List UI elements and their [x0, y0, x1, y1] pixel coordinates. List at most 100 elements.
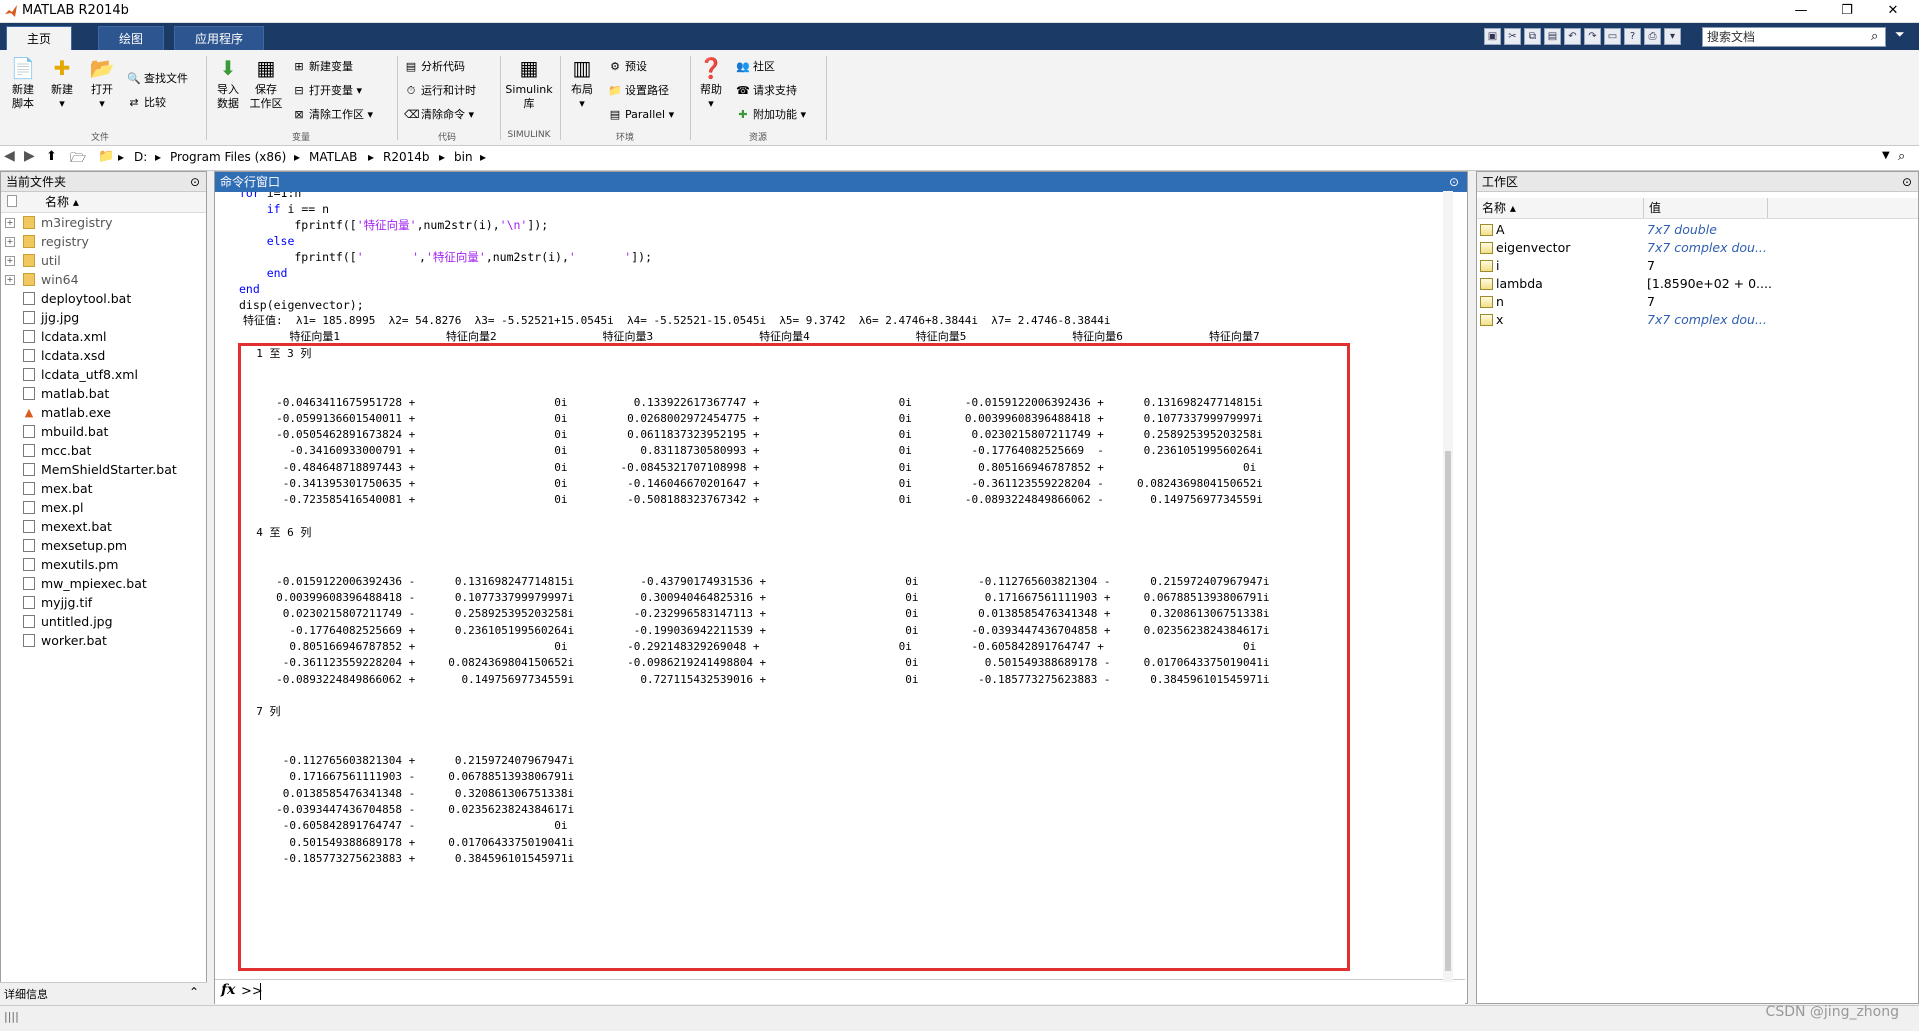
preferences-button[interactable]: ⚙ 预设 — [608, 58, 647, 76]
workspace-variable-row[interactable]: n7 — [1477, 293, 1918, 311]
search-docs-input[interactable]: 搜索文档 — [1702, 27, 1886, 47]
new-variable-button[interactable]: ⊞ 新建变量 — [292, 58, 353, 76]
command-window-output[interactable]: for i=1:n if i == n fprintf(['特征向量',num2… — [215, 192, 1465, 979]
file-list-item[interactable]: mcc.bat — [1, 441, 206, 460]
panel-menu-icon[interactable]: ⊙ — [1449, 172, 1459, 192]
workspace-variable-row[interactable]: eigenvector 7x7 complex dou... — [1477, 239, 1918, 257]
file-list-item[interactable]: + win64 — [1, 270, 206, 289]
set-path-button[interactable]: 📁 设置路径 — [608, 82, 669, 100]
browse-folder-icon[interactable]: 🗁 — [70, 149, 86, 171]
print-icon[interactable]: ⎙ — [1644, 28, 1661, 45]
file-list-item[interactable]: mbuild.bat — [1, 422, 206, 441]
file-list-item[interactable]: jjg.jpg — [1, 308, 206, 327]
scrollbar-thumb[interactable] — [1445, 451, 1451, 971]
tab-apps[interactable]: 应用程序 — [174, 26, 265, 50]
file-list-item[interactable]: mex.bat — [1, 479, 206, 498]
expand-icon[interactable]: + — [5, 256, 15, 266]
fx-icon[interactable]: fx — [221, 982, 235, 998]
analyze-code-button[interactable]: ▤ 分析代码 — [404, 58, 465, 76]
file-list-item[interactable]: lcdata_utf8.xml — [1, 365, 206, 384]
expand-icon[interactable]: + — [5, 275, 15, 285]
workspace-variable-row[interactable]: i7 — [1477, 257, 1918, 275]
back-icon[interactable]: ◀ — [4, 148, 15, 164]
tab-home[interactable]: 主页 — [6, 26, 73, 50]
open-variable-button[interactable]: ⊟ 打开变量 ▾ — [292, 82, 362, 100]
request-support-button[interactable]: ☎ 请求支持 — [736, 82, 797, 100]
save-workspace-button[interactable]: ▦ 保存 工作区 — [248, 56, 284, 111]
ws-value-column[interactable]: 值 — [1649, 198, 1661, 218]
filter-icon[interactable]: ⏷ — [1895, 27, 1905, 42]
command-scrollbar[interactable] — [1443, 191, 1453, 982]
undo-icon[interactable]: ↶ — [1564, 28, 1581, 45]
simulink-library-button[interactable]: ▦ Simulink 库 — [504, 56, 554, 111]
file-list-item[interactable]: ▲ matlab.exe — [1, 403, 206, 422]
file-list-item[interactable]: deploytool.bat — [1, 289, 206, 308]
file-list-item[interactable]: + util — [1, 251, 206, 270]
search-icon[interactable]: ⌕ — [1898, 149, 1905, 164]
layout-button[interactable]: ▥ 布局 ▾ — [564, 56, 600, 111]
paste-icon[interactable]: ▤ — [1544, 28, 1561, 45]
redo-icon[interactable]: ↷ — [1584, 28, 1601, 45]
breadcrumb-drive[interactable]: D: — [134, 150, 147, 164]
path-dropdown-icon[interactable]: ▼ — [1882, 150, 1890, 161]
panel-menu-icon[interactable]: ⊙ — [1902, 172, 1912, 192]
maximize-button[interactable]: ❐ — [1824, 0, 1870, 22]
file-list-item[interactable]: mw_mpiexec.bat — [1, 574, 206, 593]
find-files-button[interactable]: 🔍 查找文件 — [127, 70, 188, 88]
forward-icon[interactable]: ▶ — [24, 148, 35, 164]
community-button[interactable]: 👥 社区 — [736, 58, 775, 76]
details-bar[interactable]: 详细信息 ⌃ — [0, 982, 207, 1005]
file-list-item[interactable]: lcdata.xsd — [1, 346, 206, 365]
file-list-item[interactable]: mexsetup.pm — [1, 536, 206, 555]
workspace-variable-row[interactable]: x 7x7 complex dou... — [1477, 311, 1918, 329]
file-list-item[interactable]: + registry — [1, 232, 206, 251]
parallel-button[interactable]: ▤ Parallel ▾ — [608, 106, 674, 124]
customize-icon[interactable]: ▾ — [1664, 28, 1681, 45]
new-script-button[interactable]: 📄 新建 脚本 — [4, 56, 42, 111]
breadcrumb-r2014b[interactable]: R2014b — [383, 150, 430, 164]
expand-icon[interactable]: + — [5, 237, 15, 247]
switch-windows-icon[interactable]: ▭ — [1604, 28, 1621, 45]
file-list-item[interactable]: worker.bat — [1, 631, 206, 650]
ws-name-column[interactable]: 名称 ▴ — [1482, 198, 1516, 218]
minimize-button[interactable]: — — [1778, 0, 1824, 22]
help-icon[interactable]: ? — [1624, 28, 1641, 45]
file-list-item[interactable]: mexutils.pm — [1, 555, 206, 574]
chevron-up-icon[interactable]: ⌃ — [189, 985, 199, 999]
file-list-item[interactable]: mexext.bat — [1, 517, 206, 536]
file-list-item[interactable]: untitled.jpg — [1, 612, 206, 631]
file-list-item[interactable]: + m3iregistry — [1, 213, 206, 232]
cut-icon[interactable]: ✂ — [1504, 28, 1521, 45]
file-list-item[interactable]: MemShieldStarter.bat — [1, 460, 206, 479]
file-list-item[interactable]: lcdata.xml — [1, 327, 206, 346]
panel-menu-icon[interactable]: ⊙ — [190, 172, 200, 192]
expand-icon[interactable]: + — [5, 218, 15, 228]
up-folder-icon[interactable]: ⬆ — [46, 149, 57, 164]
clear-commands-button[interactable]: ⌫清除命令 ▾ — [404, 106, 474, 124]
add-ons-button[interactable]: ✚ 附加功能 ▾ — [736, 106, 806, 124]
breadcrumb-program-files[interactable]: Program Files (x86) — [170, 150, 286, 164]
save-icon[interactable]: ▣ — [1484, 28, 1501, 45]
file-list-item[interactable]: matlab.bat — [1, 384, 206, 403]
file-list-item[interactable]: mex.pl — [1, 498, 206, 517]
search-icon[interactable]: ⌕ — [1871, 29, 1878, 44]
command-prompt[interactable]: fx >> — [215, 979, 1465, 1004]
help-button[interactable]: ❓ 帮助 ▾ — [694, 56, 728, 111]
breadcrumb-bin[interactable]: bin — [454, 150, 473, 164]
file-column-header[interactable]: 名称 ▴ — [1, 192, 206, 213]
file-list-item[interactable]: myjjg.tif — [1, 593, 206, 612]
tab-plots[interactable]: 绘图 — [98, 26, 165, 50]
new-button[interactable]: ✚ 新建 ▾ — [44, 56, 80, 111]
open-button[interactable]: 📂 打开 ▾ — [84, 56, 120, 111]
clear-workspace-button[interactable]: ⊠ 清除工作区 ▾ — [292, 106, 373, 124]
run-and-time-button[interactable]: ⏱ 运行和计时 — [404, 82, 476, 100]
workspace-variable-row[interactable]: A 7x7 double — [1477, 221, 1918, 239]
import-data-button[interactable]: ⬇ 导入 数据 — [210, 56, 246, 111]
close-button[interactable]: ✕ — [1870, 0, 1916, 22]
group-label-simulink: SIMULINK — [507, 130, 551, 140]
copy-icon[interactable]: ⧉ — [1524, 28, 1541, 45]
column-divider — [1767, 198, 1768, 218]
workspace-variable-row[interactable]: lambda [1.8590e+02 + 0.... — [1477, 275, 1918, 293]
breadcrumb-matlab[interactable]: MATLAB — [309, 150, 357, 164]
compare-button[interactable]: ⇄ 比较 — [127, 94, 166, 112]
